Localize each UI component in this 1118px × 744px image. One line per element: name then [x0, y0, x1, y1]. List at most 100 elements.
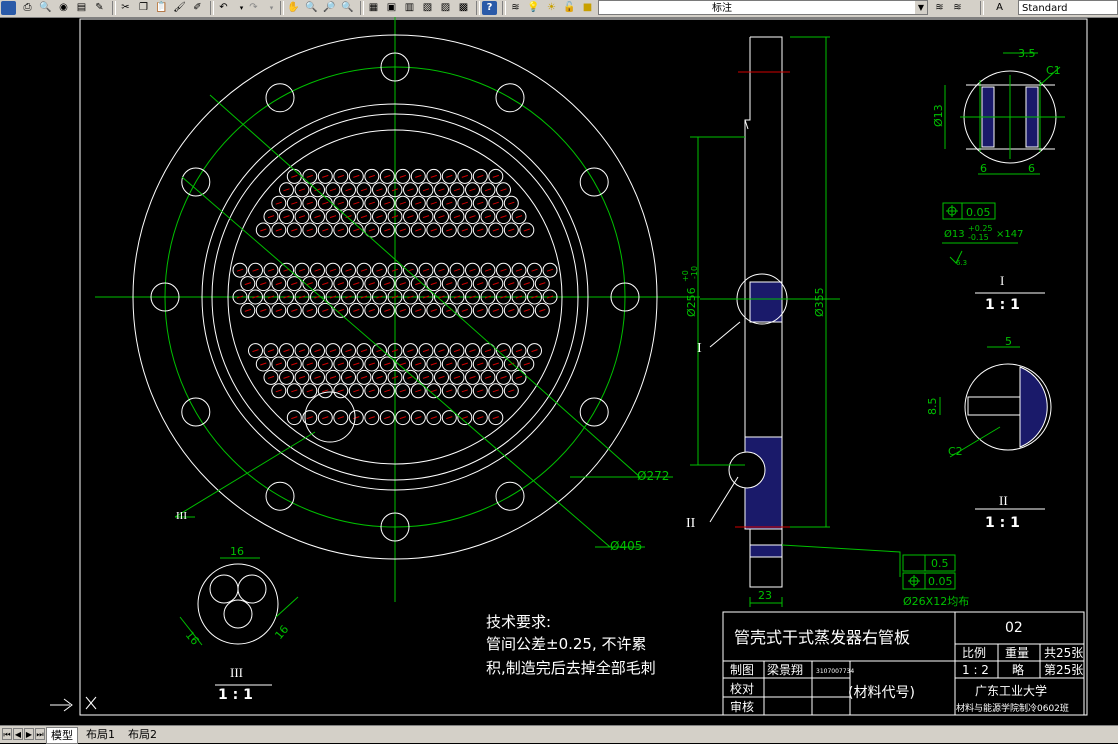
d1-hole-tol-down: -0.15	[968, 233, 989, 242]
layer-color-icon[interactable]: ■	[580, 1, 595, 15]
dim-405: Ø405	[610, 539, 642, 553]
first-tab-icon[interactable]: ⏮	[2, 728, 12, 740]
tube-center-mark	[306, 389, 313, 393]
tube-center-mark	[275, 389, 282, 393]
d1-label: I	[1000, 273, 1004, 288]
tube-center-mark	[337, 201, 344, 205]
d1-roughness: 6.3	[956, 259, 967, 267]
tube-center-mark	[492, 308, 499, 312]
layer-lock-icon[interactable]: 🔓	[562, 1, 577, 15]
layer-on-icon[interactable]: 💡	[526, 1, 541, 15]
tube-center-mark	[291, 389, 298, 393]
undo-icon[interactable]: ↶	[216, 1, 231, 15]
properties-icon[interactable]: ▦	[366, 1, 381, 15]
design-center-icon[interactable]: ▣	[384, 1, 399, 15]
school: 广东工业大学	[975, 683, 1047, 698]
tube-center-mark	[298, 349, 306, 353]
d3-dim-top: 16	[230, 545, 244, 558]
publish-icon[interactable]: ◉	[56, 1, 71, 15]
tube-center-mark	[523, 308, 530, 312]
weight-label: 重量	[1005, 646, 1029, 660]
redo-icon[interactable]: ↷	[246, 1, 261, 15]
drawn-by-label: 制图	[730, 663, 754, 677]
chevron-down-icon[interactable]: ▼	[915, 1, 927, 14]
tube-center-mark	[283, 375, 290, 379]
tech-req-line1: 管间公差±0.25, 不许累	[486, 635, 647, 653]
paste-icon[interactable]: 📋	[154, 1, 169, 15]
pan-icon[interactable]: ✋	[286, 1, 301, 15]
layer-manager-icon[interactable]: ≋	[508, 1, 523, 15]
save-icon[interactable]	[1, 1, 16, 15]
next-tab-icon[interactable]: ▶	[24, 728, 34, 740]
text-style-combo[interactable]: Standard	[1018, 0, 1118, 15]
tab-model[interactable]: 模型	[46, 727, 78, 744]
toolbar: ⎙ 🔍 ◉ ▤ ✎ ✂ ❐ 📋 🖌 ✐ ↶ ▾ ↷ ▾ ✋ 🔍 🔎 🔍 ▦ ▣ …	[0, 0, 1118, 18]
tube-center-mark	[500, 188, 507, 192]
tube-center-mark	[322, 416, 329, 420]
material: (材料代号)	[848, 685, 915, 701]
tool-palettes-icon[interactable]: ▥	[402, 1, 417, 15]
make-current-icon[interactable]: ≋	[932, 1, 947, 15]
tube-center-mark	[492, 174, 499, 178]
calculator-icon[interactable]: ▩	[456, 1, 471, 15]
layer-previous-icon[interactable]: ≋	[950, 1, 965, 15]
cut-icon[interactable]: ✂	[118, 1, 133, 15]
tube-center-mark	[477, 282, 484, 286]
tube-center-mark	[399, 228, 406, 232]
d3-dim-left: 16	[183, 629, 202, 648]
tube-center-mark	[430, 308, 437, 312]
tab-layout1[interactable]: 布局1	[82, 727, 119, 742]
tube-center-mark	[539, 308, 546, 312]
tube-center-mark	[322, 228, 329, 232]
zoom-previous-icon[interactable]: 🔍	[340, 1, 355, 15]
tube-center-mark	[236, 268, 244, 272]
tube-center-mark	[376, 188, 383, 192]
side-view	[690, 36, 956, 607]
tube-center-mark	[314, 215, 321, 219]
match-prop-icon[interactable]: 🖌	[172, 1, 187, 15]
redo-dropdown-icon[interactable]: ▾	[264, 1, 279, 15]
tube-center-mark	[438, 215, 445, 219]
tube-center-mark	[267, 375, 275, 379]
tube-center-mark	[291, 174, 298, 178]
zoom-window-icon[interactable]: 🔎	[322, 1, 337, 15]
tube-center-mark	[515, 268, 523, 272]
spell-icon[interactable]: ✎	[92, 1, 107, 15]
sheet-set-icon[interactable]: ▧	[420, 1, 435, 15]
tube-center-mark	[345, 349, 352, 353]
d1-dim-top: 3.5	[1018, 47, 1036, 60]
tube-center-mark	[477, 416, 484, 420]
last-tab-icon[interactable]: ⏭	[35, 728, 45, 740]
tube-center-mark	[438, 268, 445, 272]
tube-center-mark	[275, 308, 282, 312]
tube-center-mark	[446, 201, 453, 205]
tube-center-mark	[508, 228, 515, 232]
tube-center-mark	[523, 282, 530, 286]
tube-center-mark	[415, 282, 422, 286]
text-style-icon[interactable]: A	[992, 1, 1007, 15]
tube-center-mark	[368, 389, 375, 393]
help-icon[interactable]: ?	[482, 1, 497, 15]
detail-1-marker: I	[697, 341, 702, 356]
tube-center-mark	[322, 282, 329, 286]
drawing-canvas[interactable]: Ø272 Ø405 III I II Ø256 +0 -10 Ø355 23 0…	[0, 17, 1118, 725]
tube-center-mark	[484, 375, 492, 379]
tube-center-mark	[384, 174, 391, 178]
tube-center-mark	[539, 282, 546, 286]
prev-tab-icon[interactable]: ◀	[13, 728, 23, 740]
copy-icon[interactable]: ❐	[136, 1, 151, 15]
tube-center-mark	[252, 349, 259, 353]
plot-icon[interactable]: ▤	[74, 1, 89, 15]
print-icon[interactable]: ⎙	[20, 1, 35, 15]
layer-combo[interactable]: 标注 ▼	[598, 0, 928, 15]
markup-icon[interactable]: ▨	[438, 1, 453, 15]
tube-center-mark	[345, 268, 352, 272]
tube-center-mark	[531, 349, 538, 353]
tube-center-mark	[291, 362, 298, 366]
block-icon[interactable]: ✐	[190, 1, 205, 15]
layer-freeze-icon[interactable]: ☀	[544, 1, 559, 15]
tab-layout2[interactable]: 布局2	[124, 727, 161, 742]
zoom-realtime-icon[interactable]: 🔍	[304, 1, 319, 15]
preview-icon[interactable]: 🔍	[38, 1, 53, 15]
tube-center-mark	[267, 268, 275, 272]
